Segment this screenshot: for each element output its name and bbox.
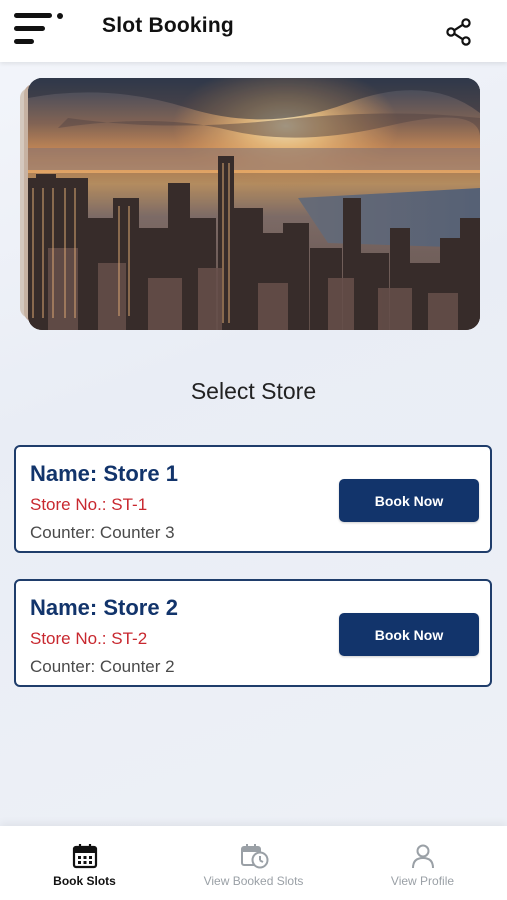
banner-carousel[interactable] xyxy=(18,78,482,334)
nav-item-book-slots[interactable]: Book Slots xyxy=(0,826,169,900)
calendar-clock-icon xyxy=(241,844,269,869)
bottom-navigation: Book Slots View Booked Slots View Profil… xyxy=(0,826,507,900)
store-name: Name: Store 1 xyxy=(30,461,178,486)
store-number: Store No.: ST-1 xyxy=(30,495,148,514)
store-counter: Counter: Counter 2 xyxy=(30,657,175,676)
nav-label: View Profile xyxy=(390,874,455,888)
store-counter: Counter: Counter 3 xyxy=(30,523,175,542)
nav-label: Book Slots xyxy=(53,874,116,888)
app-bar: Slot Booking xyxy=(0,0,507,62)
store-card: Name: Store 1 Store No.: ST-1 Counter: C… xyxy=(14,445,492,553)
person-icon xyxy=(412,844,434,869)
book-now-button[interactable]: Book Now xyxy=(339,479,479,522)
section-title: Select Store xyxy=(190,378,317,404)
city-skyline-sunset-image xyxy=(28,78,480,330)
store-card: Name: Store 2 Store No.: ST-2 Counter: C… xyxy=(14,579,492,687)
page-title: Slot Booking xyxy=(102,14,234,37)
store-name: Name: Store 2 xyxy=(30,595,178,620)
share-icon[interactable] xyxy=(444,17,474,47)
book-now-button[interactable]: Book Now xyxy=(339,613,479,656)
store-number: Store No.: ST-2 xyxy=(30,629,148,648)
nav-item-view-booked-slots[interactable]: View Booked Slots xyxy=(169,826,338,900)
nav-label: View Booked Slots xyxy=(203,874,304,888)
nav-item-view-profile[interactable]: View Profile xyxy=(338,826,507,900)
calendar-icon xyxy=(72,844,98,869)
hamburger-menu-icon[interactable] xyxy=(14,12,66,48)
